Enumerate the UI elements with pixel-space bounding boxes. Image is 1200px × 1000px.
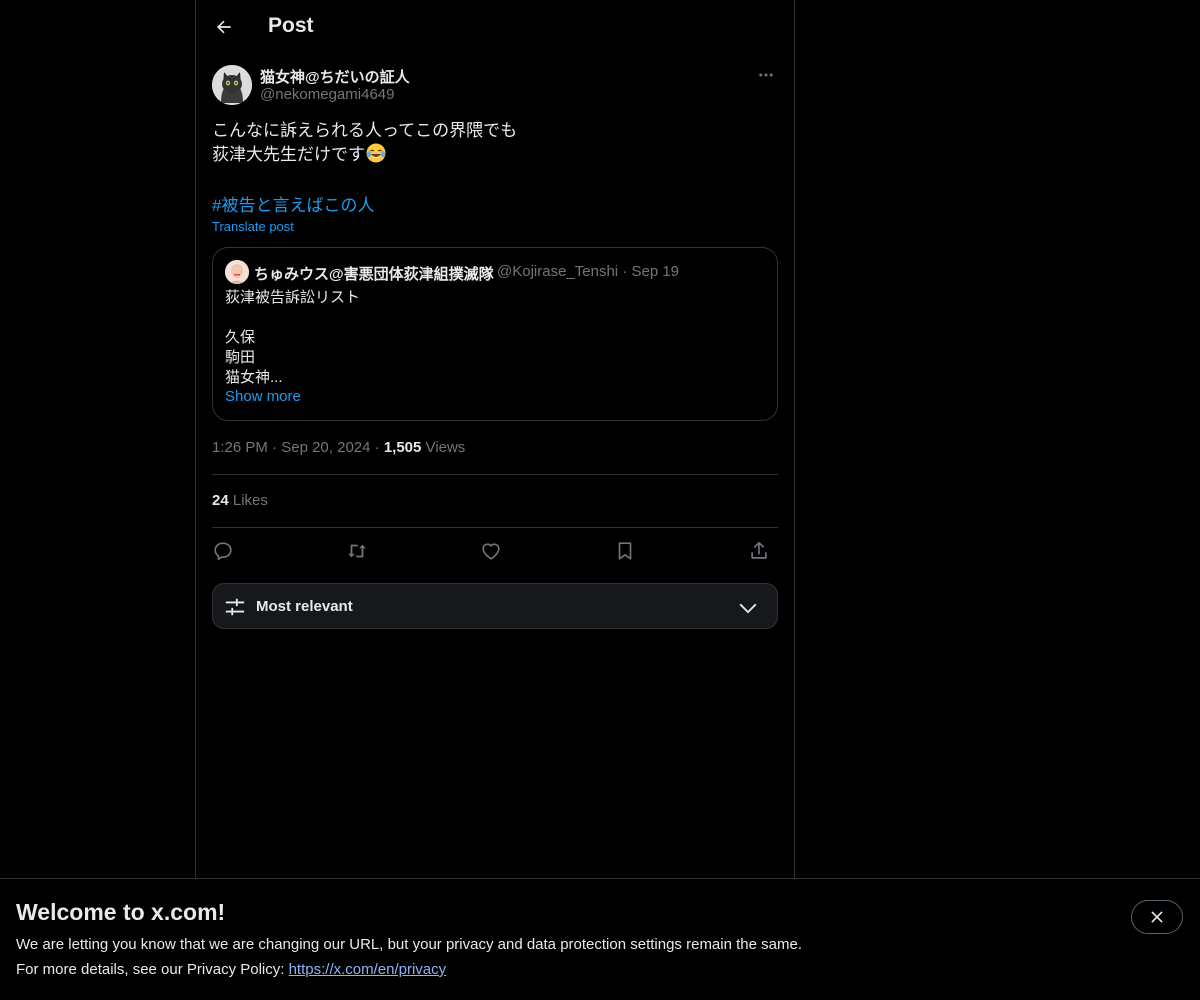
bookmark-icon [618, 542, 632, 560]
more-horizontal-icon [759, 73, 773, 77]
banner-message: We are letting you know that we are chan… [16, 936, 802, 953]
likes-count: 24 [212, 492, 229, 509]
heart-icon [482, 543, 500, 560]
repost-button[interactable] [344, 538, 370, 564]
avatar[interactable] [212, 65, 252, 105]
welcome-banner: Welcome to x.com! We are letting you kno… [0, 878, 1200, 1000]
post-author: 猫女神@ちだいの証人 @nekomegami4649 [212, 65, 778, 107]
quote-date: Sep 19 [631, 263, 680, 280]
quote-text-line: 駒田 [225, 349, 256, 366]
sliders-icon [225, 598, 245, 616]
arrow-left-icon [217, 20, 231, 34]
views-label: Views [425, 439, 466, 456]
post-date[interactable]: Sep 20, 2024 [281, 439, 370, 456]
hashtag-link[interactable]: #被告と言えばこの人 [212, 191, 374, 216]
post-metadata: 1:26 PM · Sep 20, 2024 · 1,505 Views [212, 439, 465, 456]
show-more-link[interactable]: Show more [225, 388, 301, 405]
quote-text-line: 猫女神... [225, 369, 283, 386]
divider [212, 474, 778, 475]
bookmark-button[interactable] [612, 538, 638, 564]
face-with-tears-of-joy-icon [366, 143, 386, 163]
banner-privacy-prefix: For more details, see our Privacy Policy… [16, 961, 289, 978]
post-text-line: 荻津大先生だけです [212, 145, 365, 164]
reply-icon [214, 542, 232, 561]
quote-author-handle-and-date: @Kojirase_Tenshi · Sep 19 [497, 263, 679, 280]
privacy-policy-link[interactable]: https://x.com/en/privacy [289, 961, 447, 978]
views-count: 1,505 [383, 439, 422, 456]
more-options-button[interactable] [754, 65, 778, 85]
chevron-down-icon [739, 603, 757, 614]
cat-avatar-icon [212, 65, 252, 105]
reply-button[interactable] [210, 538, 236, 564]
likes-label: Likes [232, 492, 268, 509]
divider [212, 527, 778, 528]
quote-text-line: 久保 [225, 329, 256, 346]
banner-privacy-note: For more details, see our Privacy Policy… [16, 961, 446, 978]
page-header: Post [196, 0, 794, 53]
share-button[interactable] [746, 538, 772, 564]
post-text-line: こんなに訴えられる人ってこの界隈でも [212, 121, 518, 140]
author-name[interactable]: 猫女神@ちだいの証人 [260, 66, 410, 87]
post-text-line-with-emoji: 荻津大先生だけです [212, 143, 778, 167]
page-title: Post [268, 14, 314, 37]
translate-post-link[interactable]: Translate post [212, 219, 294, 234]
quoted-post[interactable]: ちゅみウス@害悪団体荻津組撲滅隊 @Kojirase_Tenshi · Sep … [212, 247, 778, 421]
reply-sort-dropdown[interactable]: Most relevant [212, 583, 778, 629]
dot-separator: · [370, 439, 384, 456]
dot-separator: · [618, 263, 632, 280]
close-icon [1151, 911, 1163, 923]
quote-text-line [225, 308, 360, 328]
author-handle[interactable]: @nekomegami4649 [260, 86, 394, 103]
quote-author-name: ちゅみウス@害悪団体荻津組撲滅隊 [254, 266, 494, 283]
dot-separator: · [267, 439, 282, 456]
post-text: こんなに訴えられる人ってこの界隈でも 荻津大先生だけです [212, 119, 778, 167]
likes-link[interactable]: 24 Likes [212, 492, 268, 509]
repost-icon [348, 544, 366, 558]
quote-avatar [225, 260, 249, 284]
close-banner-button[interactable] [1131, 900, 1183, 934]
person-avatar-icon [225, 260, 249, 284]
share-icon [751, 541, 767, 559]
post-time[interactable]: 1:26 PM [212, 439, 268, 456]
quote-author-handle: @Kojirase_Tenshi [497, 263, 619, 280]
post-actions-bar [212, 538, 778, 564]
primary-column: Post 猫女神@ちだいの証人 @nekomegami4649 こんなに訴えられ… [195, 0, 795, 878]
like-button[interactable] [478, 538, 504, 564]
back-button[interactable] [208, 10, 240, 44]
quote-text: 荻津被告訴訟リスト 久保 駒田 猫女神... [225, 288, 360, 388]
sort-label: Most relevant [256, 598, 353, 615]
banner-title: Welcome to x.com! [16, 899, 226, 925]
quote-text-line: 荻津被告訴訟リスト [225, 289, 361, 306]
